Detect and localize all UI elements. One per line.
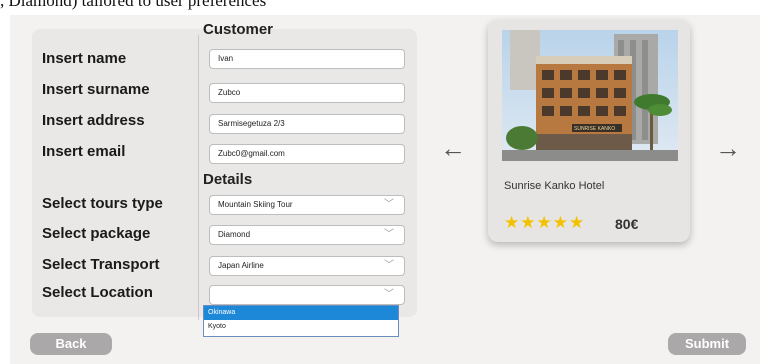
hotel-sign-text: SUNRISE KANKO: [574, 126, 615, 132]
caption-text: , Diamond) tailored to user preferences: [0, 0, 267, 10]
app-window: Customer Insert name Ivan Insert surname…: [10, 15, 760, 364]
form-divider: [198, 35, 199, 320]
arrow-right-icon[interactable]: →: [715, 135, 741, 161]
chevron-down-icon: ﹀: [384, 260, 394, 271]
name-field[interactable]: Ivan: [209, 49, 405, 69]
hotel-name: Sunrise Kanko Hotel: [504, 180, 605, 192]
address-field[interactable]: Sarmisegetuza 2/3: [209, 114, 405, 134]
star-icon: ★★★★★: [504, 213, 586, 232]
email-field[interactable]: Zubc0@gmail.com: [209, 144, 405, 164]
customer-section-title: Customer: [203, 21, 274, 38]
submit-button[interactable]: Submit: [668, 333, 746, 355]
address-label: Insert address: [42, 112, 145, 129]
chevron-down-icon: ﹀: [384, 289, 394, 300]
hotel-card[interactable]: SUNRISE KANKO Sunrise Kanko Hotel ★★★★★ …: [488, 20, 690, 242]
chevron-down-icon: ﹀: [384, 199, 394, 210]
transport-value: Japan Airline: [218, 261, 264, 270]
transport-label: Select Transport: [42, 256, 160, 273]
location-select[interactable]: ﹀: [209, 285, 405, 305]
back-button[interactable]: Back: [30, 333, 112, 355]
location-dropdown-list: Okinawa Kyoto: [203, 305, 399, 337]
location-option-okinawa[interactable]: Okinawa: [204, 306, 398, 320]
details-section-title: Details: [203, 171, 253, 188]
name-label: Insert name: [42, 50, 127, 67]
package-value: Diamond: [218, 230, 251, 239]
arrow-left-icon[interactable]: ←: [440, 135, 466, 161]
transport-select[interactable]: Japan Airline ﹀: [209, 256, 405, 276]
tours-type-value: Mountain Skiing Tour: [218, 200, 293, 209]
hotel-price: 80€: [615, 216, 639, 232]
surname-field[interactable]: Zubco: [209, 83, 405, 103]
hotel-image: SUNRISE KANKO: [502, 30, 678, 161]
package-label: Select package: [42, 225, 151, 242]
chevron-down-icon: ﹀: [384, 229, 394, 240]
surname-label: Insert surname: [42, 81, 150, 98]
package-select[interactable]: Diamond ﹀: [209, 225, 405, 245]
location-label: Select Location: [42, 284, 153, 301]
tours-type-label: Select tours type: [42, 195, 163, 212]
tours-type-select[interactable]: Mountain Skiing Tour ﹀: [209, 195, 405, 215]
location-option-kyoto[interactable]: Kyoto: [204, 320, 398, 334]
email-label: Insert email: [42, 143, 126, 160]
